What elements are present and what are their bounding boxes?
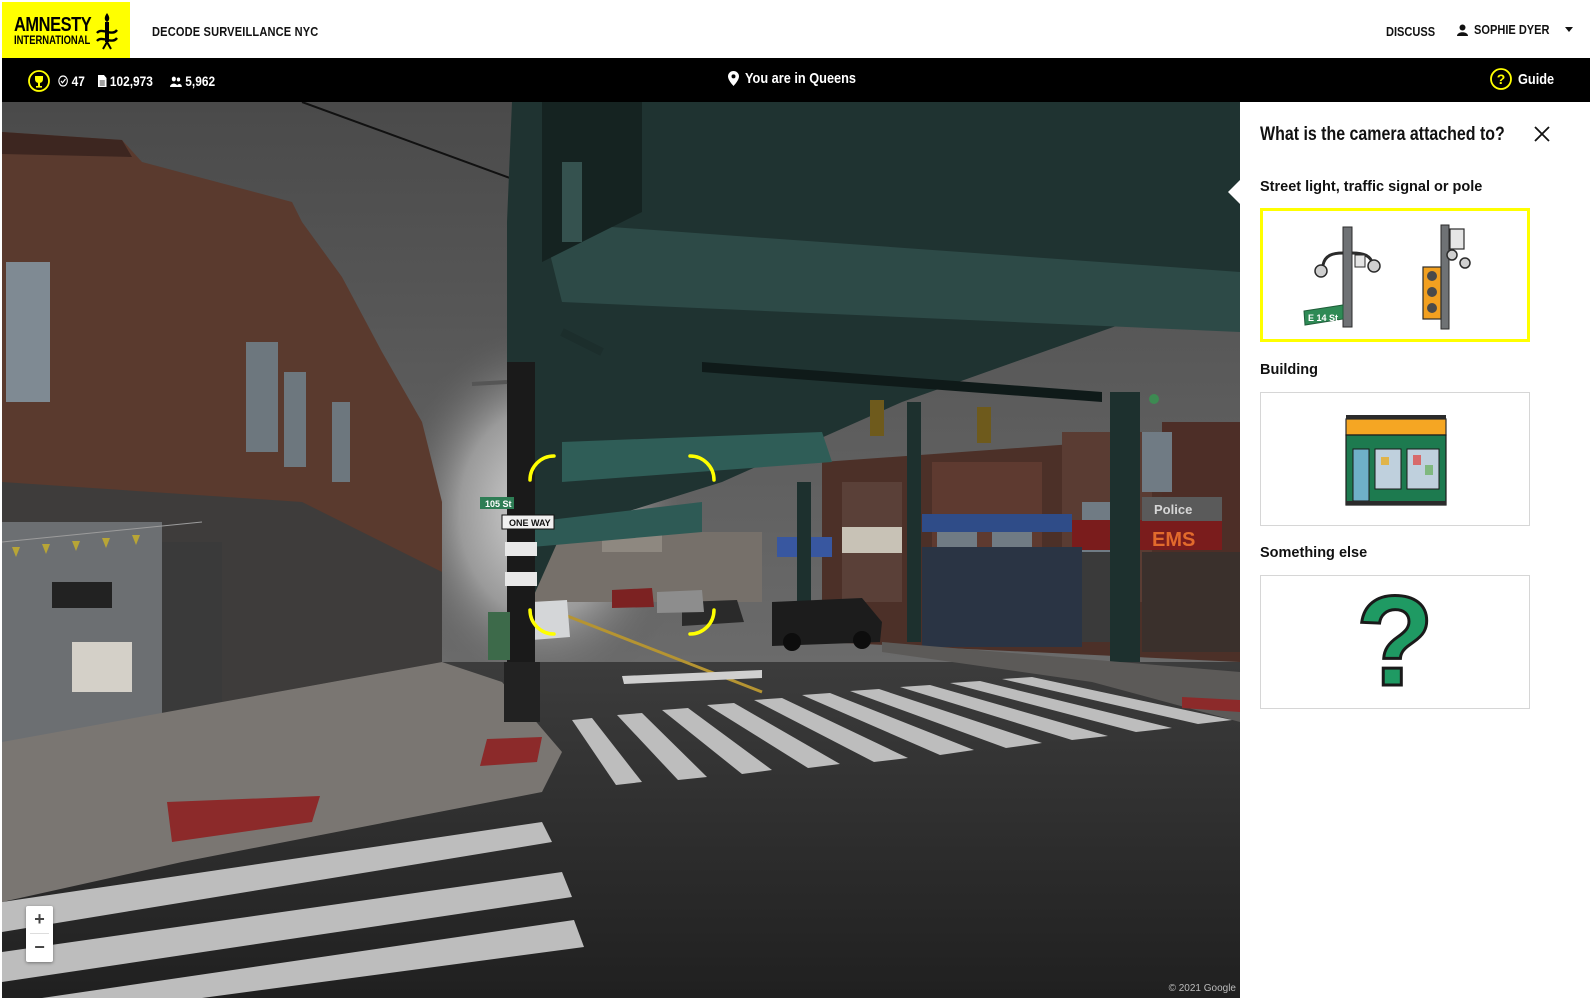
people-icon xyxy=(170,76,183,87)
logo-line-2: INTERNATIONAL xyxy=(14,35,91,47)
question-title: What is the camera attached to? xyxy=(1260,124,1505,145)
guide-label: Guide xyxy=(1518,70,1555,88)
user-icon xyxy=(1457,24,1468,36)
svg-text:?: ? xyxy=(1497,71,1506,87)
pole-sign-text: E 14 St xyxy=(1308,313,1338,323)
police-sign-text: Police xyxy=(1154,502,1192,517)
panel-pointer xyxy=(1228,180,1240,204)
map-attribution[interactable]: © 2021 Google xyxy=(1169,983,1236,994)
question-mark-icon: ? xyxy=(1354,570,1435,713)
help-circle-icon: ? xyxy=(1490,68,1512,90)
amnesty-logo[interactable]: AMNESTY INTERNATIONAL xyxy=(2,2,130,58)
stat-checked: 47 xyxy=(58,73,85,89)
one-way-sign-text: ONE WAY xyxy=(509,518,551,528)
option-label-something-else: Something else xyxy=(1260,545,1368,561)
document-icon xyxy=(97,75,107,87)
logo-line-1: AMNESTY xyxy=(14,14,92,36)
zoom-in-button[interactable]: + xyxy=(26,906,53,933)
documents-count: 102,973 xyxy=(109,73,153,89)
option-label-pole: Street light, traffic signal or pole xyxy=(1260,179,1483,195)
user-menu[interactable]: SOPHIE DYER xyxy=(1457,22,1573,37)
check-circle-icon xyxy=(58,75,68,87)
stat-documents: 102,973 xyxy=(97,73,153,89)
option-card-something-else[interactable]: ? xyxy=(1260,575,1530,709)
top-header: AMNESTY INTERNATIONAL DECODE SURVEILLANC… xyxy=(2,2,1590,59)
zoom-out-button[interactable]: − xyxy=(26,934,53,961)
ems-sign-text: EMS xyxy=(1152,529,1195,551)
street-sign-text: 105 St xyxy=(485,499,512,509)
user-stats: 47 102,973 5,962 xyxy=(28,70,223,92)
status-bar: 47 102,973 5,962 You are in Queens ? Gui… xyxy=(2,58,1590,102)
street-scene: Police EMS 105 St ONE WAY xyxy=(2,102,1240,998)
user-name: SOPHIE DYER xyxy=(1474,22,1550,37)
streetlight-pole-illustration: E 14 St xyxy=(1303,224,1471,330)
discuss-link[interactable]: DISCUSS xyxy=(1386,24,1435,39)
option-card-pole[interactable]: E 14 St xyxy=(1260,208,1530,342)
close-icon[interactable] xyxy=(1532,124,1552,144)
caret-down-icon xyxy=(1564,27,1573,32)
question-panel: What is the camera attached to? Street l… xyxy=(1228,102,1590,998)
street-view-panorama[interactable]: Police EMS 105 St ONE WAY + − © 2021 Goo… xyxy=(2,102,1240,998)
option-label-building: Building xyxy=(1260,362,1318,378)
zoom-control: + − xyxy=(26,906,53,962)
building-illustration xyxy=(1345,415,1447,506)
stat-people: 5,962 xyxy=(170,73,215,89)
candle-logo-icon xyxy=(96,13,118,50)
people-count: 5,962 xyxy=(185,73,216,89)
app-frame: AMNESTY INTERNATIONAL DECODE SURVEILLANC… xyxy=(2,2,1590,998)
guide-button[interactable]: ? Guide xyxy=(1490,68,1561,90)
location-indicator: You are in Queens xyxy=(728,70,876,87)
site-title[interactable]: DECODE SURVEILLANCE NYC xyxy=(152,24,318,39)
checked-count: 47 xyxy=(71,73,85,89)
location-text: You are in Queens xyxy=(745,70,857,87)
option-card-building[interactable] xyxy=(1260,392,1530,526)
trophy-icon[interactable] xyxy=(28,70,50,92)
map-pin-icon xyxy=(728,71,739,86)
